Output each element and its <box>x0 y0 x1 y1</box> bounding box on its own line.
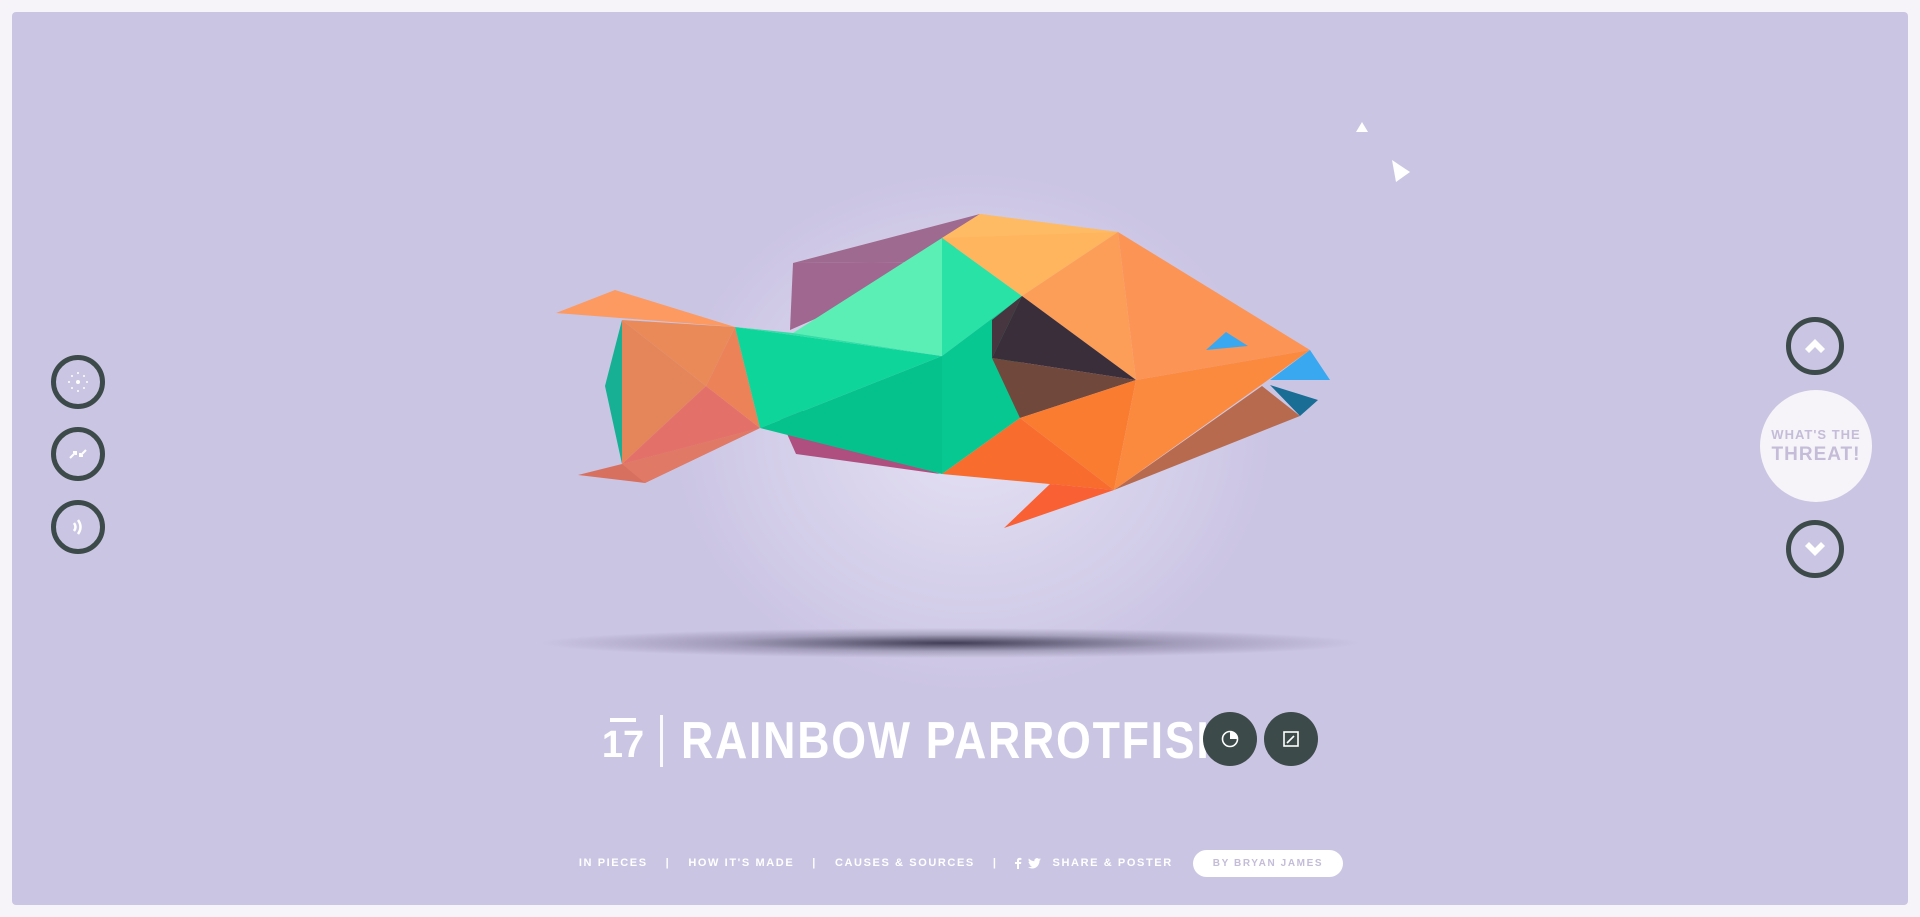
threat-line-1: WHAT'S THE <box>1771 426 1861 442</box>
next-species-button[interactable] <box>1786 520 1844 578</box>
shuffle-button[interactable] <box>51 427 105 481</box>
footer-separator: | <box>665 857 671 869</box>
facebook-icon[interactable] <box>1014 857 1022 869</box>
dots-circle-icon <box>68 372 88 392</box>
chevron-down-icon <box>1805 542 1825 556</box>
author-credit-button[interactable]: BY BRYAN JAMES <box>1192 849 1344 877</box>
parrotfish-illustration <box>556 214 1330 528</box>
edit-icon <box>1283 731 1299 747</box>
shuffle-arrows-icon <box>69 449 87 459</box>
footer-link-share-poster[interactable]: SHARE & POSTER <box>1051 857 1175 869</box>
chevron-up-icon <box>1805 339 1825 353</box>
footer-link-in-pieces[interactable]: IN PIECES <box>577 857 650 869</box>
footer-nav: IN PIECES | HOW IT'S MADE | CAUSES & SOU… <box>0 846 1920 880</box>
fullscreen-button[interactable] <box>51 355 105 409</box>
sound-waves-icon <box>72 519 82 535</box>
threat-line-2: THREAT! <box>1771 443 1861 465</box>
sound-button[interactable] <box>51 500 105 554</box>
footer-link-how-its-made[interactable]: HOW IT'S MADE <box>686 857 796 869</box>
stats-button[interactable] <box>1203 712 1257 766</box>
social-icons <box>1014 857 1041 869</box>
whats-the-threat-button[interactable]: WHAT'S THE THREAT! <box>1760 390 1872 502</box>
footer-link-causes-sources[interactable]: CAUSES & SOURCES <box>833 857 977 869</box>
number-bar <box>610 718 636 722</box>
edit-button[interactable] <box>1264 712 1318 766</box>
twitter-icon[interactable] <box>1027 857 1041 869</box>
species-name: RAINBOW PARROTFISH <box>681 712 1231 770</box>
title-divider <box>660 715 663 767</box>
footer-separator: | <box>812 857 817 869</box>
previous-species-button[interactable] <box>1786 317 1844 375</box>
pie-chart-icon <box>1221 730 1239 748</box>
species-number-block: 17 <box>600 718 646 764</box>
species-number: 17 <box>601 724 645 766</box>
footer-separator: | <box>992 857 998 869</box>
